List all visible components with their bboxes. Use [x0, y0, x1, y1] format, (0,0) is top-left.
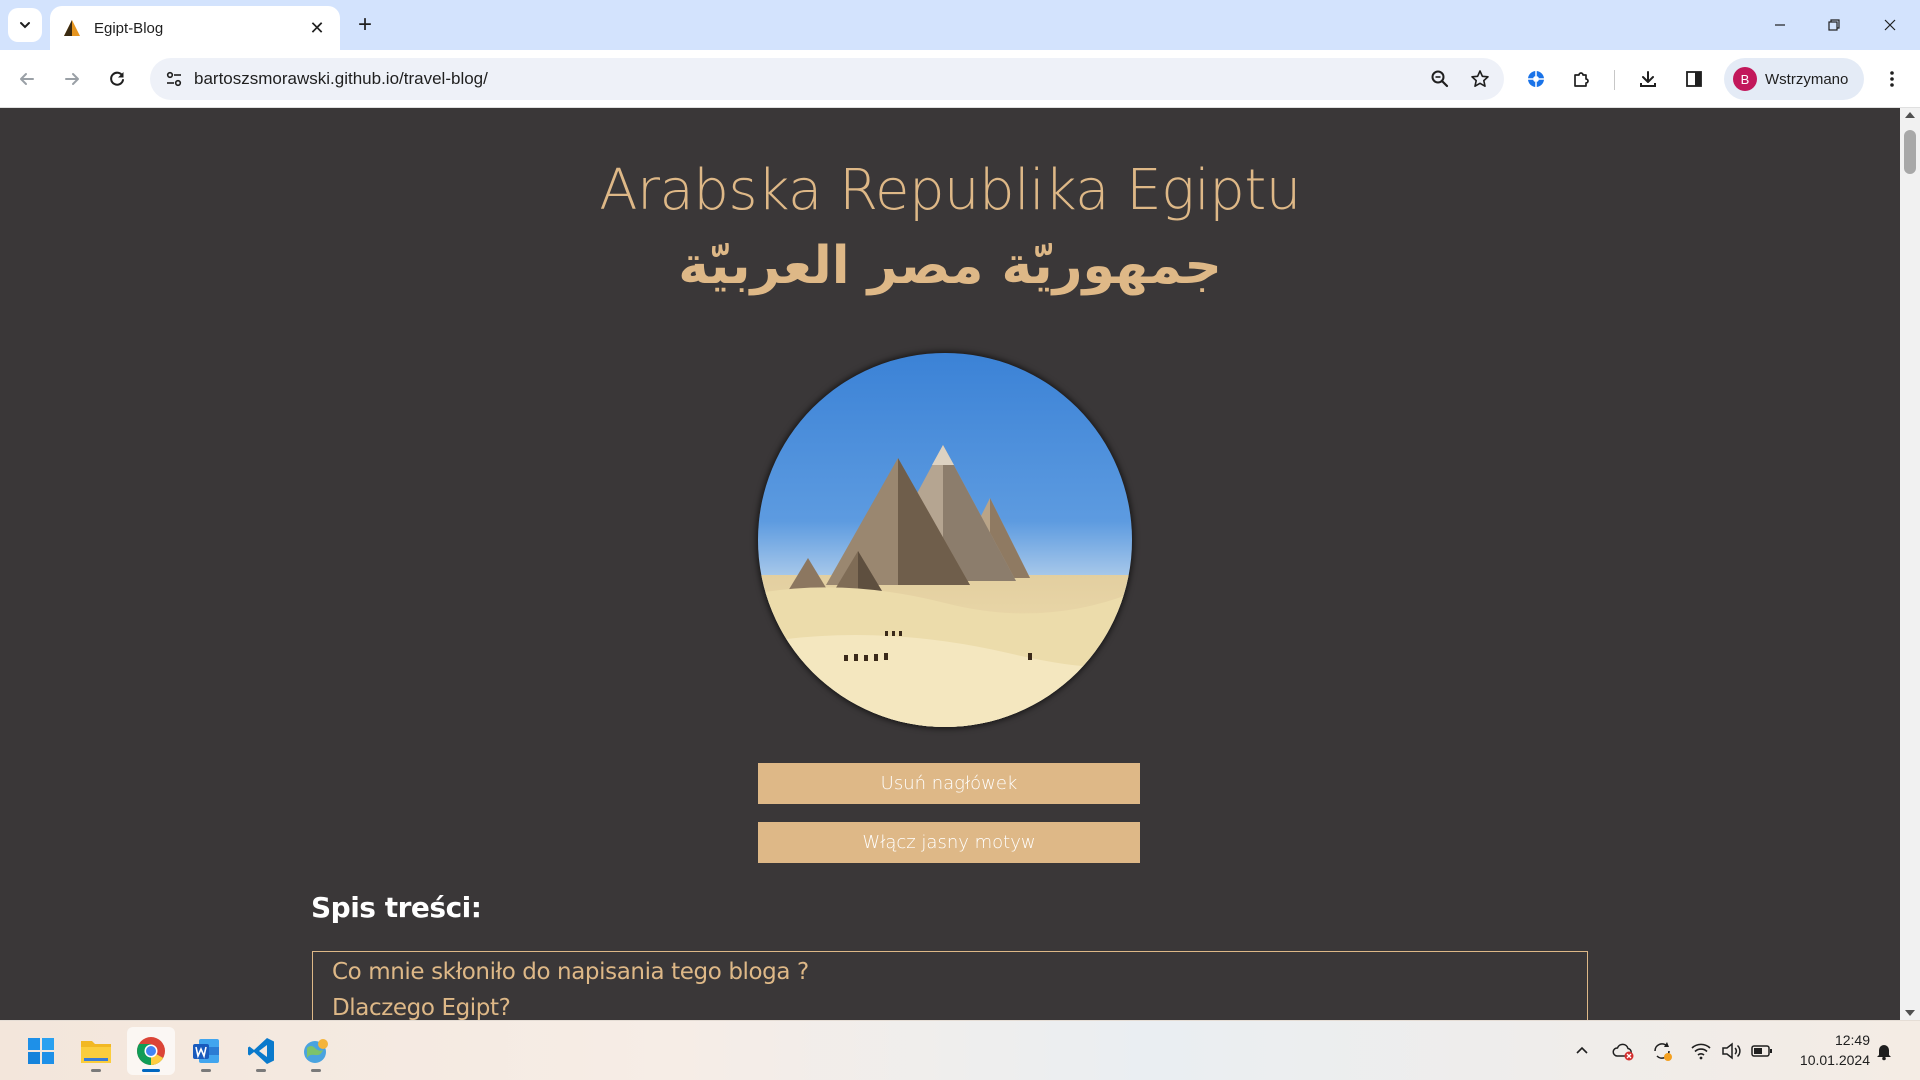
globe-app-icon	[304, 1039, 328, 1063]
reload-button[interactable]	[99, 61, 135, 97]
side-panel-button[interactable]	[1676, 61, 1712, 97]
battery-tray-icon[interactable]	[1750, 1039, 1774, 1063]
minimize-icon	[1775, 24, 1785, 26]
arrow-right-icon	[65, 73, 79, 85]
close-window-button[interactable]	[1862, 0, 1918, 50]
arrow-left-icon	[20, 73, 34, 85]
cloud-error-icon	[1612, 1043, 1634, 1061]
active-indicator	[142, 1069, 160, 1072]
pyramids-illustration	[758, 353, 1132, 727]
page-title-arabic: جمهوريّة مصر العربيّة	[678, 236, 1222, 296]
sync-tray-icon[interactable]	[1650, 1039, 1674, 1063]
running-indicator	[201, 1069, 211, 1072]
vscode-icon	[248, 1038, 274, 1064]
taskbar-app-globe[interactable]	[292, 1027, 340, 1075]
reload-icon	[110, 71, 124, 86]
forward-button[interactable]	[54, 61, 90, 97]
close-tab-icon[interactable]: ✕	[306, 17, 328, 39]
restore-window-button[interactable]	[1806, 0, 1862, 50]
toolbar-divider	[1614, 70, 1615, 90]
table-of-contents: Co mnie skłoniło do napisania tego bloga…	[312, 951, 1588, 1020]
running-indicator	[311, 1069, 321, 1072]
tune-icon	[166, 71, 182, 87]
notifications-button[interactable]	[1872, 1039, 1896, 1063]
taskbar-file-explorer[interactable]	[72, 1027, 120, 1075]
pyramid-favicon-icon	[64, 20, 80, 36]
clock-time: 12:49	[1834, 1032, 1870, 1048]
taskbar-clock[interactable]: 12:49 10.01.2024	[1790, 1030, 1870, 1070]
more-vertical-icon	[1890, 71, 1894, 87]
extension-globe-icon	[1528, 71, 1544, 87]
taskbar-vscode[interactable]	[237, 1027, 285, 1075]
running-indicator	[91, 1069, 101, 1072]
speaker-icon	[1722, 1042, 1741, 1060]
chrome-menu-button[interactable]	[1874, 61, 1910, 97]
close-icon	[1884, 19, 1896, 31]
chevron-up-icon	[1576, 1046, 1588, 1054]
windows-logo-icon	[28, 1038, 54, 1064]
wifi-tray-icon[interactable]	[1689, 1039, 1713, 1063]
start-button[interactable]	[17, 1027, 65, 1075]
site-info-button[interactable]	[154, 58, 194, 100]
sync-icon	[1654, 1042, 1672, 1061]
zoom-out-icon	[1431, 70, 1449, 88]
light-theme-button[interactable]: Włącz jasny motyw	[758, 822, 1140, 863]
windows-taskbar: 12:49 10.01.2024	[0, 1020, 1920, 1080]
volume-tray-icon[interactable]	[1719, 1039, 1743, 1063]
page-scrollbar[interactable]	[1900, 108, 1920, 1020]
onedrive-tray-icon[interactable]	[1611, 1039, 1635, 1063]
address-bar[interactable]: bartoszsmorawski.github.io/travel-blog/	[150, 58, 1504, 100]
chrome-icon	[137, 1037, 165, 1065]
scrollbar-thumb[interactable]	[1904, 130, 1916, 174]
running-indicator	[256, 1069, 266, 1072]
zoom-button[interactable]	[1420, 58, 1460, 100]
wifi-icon	[1691, 1043, 1711, 1060]
page-viewport: Arabska Republika Egiptu جمهوريّة مصر ال…	[0, 108, 1900, 1020]
toc-link-why-egypt[interactable]: Dlaczego Egipt?	[332, 990, 1587, 1020]
folder-icon	[81, 1041, 111, 1063]
chevron-down-icon	[20, 22, 30, 29]
extension-button[interactable]	[1518, 61, 1554, 97]
new-tab-button[interactable]: +	[350, 10, 380, 40]
remove-header-button[interactable]: Usuń nagłówek	[758, 763, 1140, 804]
downloads-button[interactable]	[1630, 61, 1666, 97]
tab-title: Egipt-Blog	[94, 19, 164, 37]
show-hidden-icons-button[interactable]	[1570, 1039, 1594, 1063]
profile-button[interactable]: B Wstrzymano	[1724, 58, 1864, 100]
back-button[interactable]	[9, 61, 45, 97]
download-icon	[1640, 71, 1656, 87]
taskbar-word[interactable]	[182, 1027, 230, 1075]
scroll-down-icon[interactable]	[1905, 1010, 1915, 1016]
scroll-up-icon[interactable]	[1905, 112, 1915, 118]
page-title: Arabska Republika Egiptu	[599, 158, 1301, 223]
taskbar-chrome[interactable]	[127, 1027, 175, 1075]
bookmark-button[interactable]	[1460, 58, 1500, 100]
url-text[interactable]: bartoszsmorawski.github.io/travel-blog/	[194, 69, 1420, 89]
browser-toolbar: bartoszsmorawski.github.io/travel-blog/ …	[0, 50, 1920, 108]
word-icon	[193, 1039, 219, 1063]
puzzle-icon	[1574, 72, 1589, 87]
bell-icon	[1877, 1045, 1891, 1061]
side-panel-icon	[1686, 71, 1702, 87]
profile-status-label: Wstrzymano	[1765, 70, 1849, 88]
battery-icon	[1751, 1045, 1772, 1057]
pyramids-hero-image	[758, 353, 1132, 727]
restore-icon	[1828, 19, 1840, 31]
minimize-window-button[interactable]	[1752, 0, 1808, 50]
browser-tab-active[interactable]: Egipt-Blog ✕	[50, 6, 340, 50]
toc-link-why-blog[interactable]: Co mnie skłoniło do napisania tego bloga…	[332, 954, 1587, 990]
avatar: B	[1733, 67, 1757, 91]
extensions-menu-button[interactable]	[1563, 61, 1599, 97]
browser-tab-strip: Egipt-Blog ✕ +	[0, 0, 1920, 50]
toc-heading: Spis treści:	[311, 891, 482, 924]
star-icon	[1471, 70, 1489, 88]
clock-date: 10.01.2024	[1799, 1052, 1870, 1068]
tab-search-button[interactable]	[8, 8, 42, 42]
